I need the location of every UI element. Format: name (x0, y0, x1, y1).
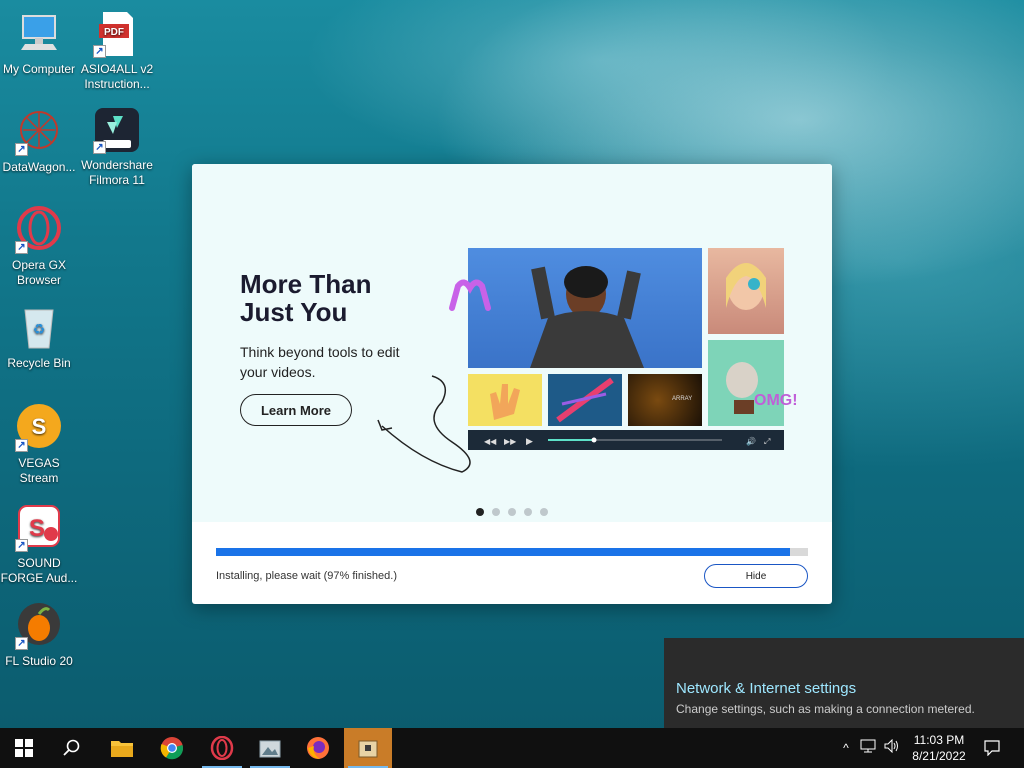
svg-text:▶: ▶ (526, 437, 533, 447)
desktop-icon-vegas-stream[interactable]: S ↗ VEGAS Stream (0, 404, 78, 486)
taskbar: ^ 11:03 PM 8/21/2022 (0, 728, 1024, 768)
windows-logo-icon (15, 739, 33, 757)
desktop-icon-label: Recycle Bin (7, 356, 71, 370)
hide-button[interactable]: Hide (704, 564, 808, 588)
learn-more-button[interactable]: Learn More (240, 394, 352, 426)
svg-text:🔊: 🔊 (746, 436, 756, 446)
taskbar-opera-gx[interactable] (198, 728, 246, 768)
desktop-icon-asio4all[interactable]: PDF ↗ ASIO4ALL v2 Instruction... (78, 10, 156, 92)
clock-time: 11:03 PM (913, 733, 965, 747)
desktop-icon-label: DataWagon... (2, 160, 76, 174)
heart-hands-sticker-icon (449, 279, 491, 311)
folder-icon (111, 741, 133, 757)
firefox-icon (307, 737, 329, 759)
desktop-icon-datawagon[interactable]: ↗ DataWagon... (0, 108, 78, 175)
desktop-icon-opera-gx[interactable]: ↗ Opera GX Browser (0, 206, 78, 288)
image-viewer-icon (259, 740, 281, 758)
desktop-icon-my-computer[interactable]: My Computer (0, 10, 78, 77)
taskbar-file-explorer[interactable] (98, 728, 146, 768)
taskbar-firefox[interactable] (294, 728, 342, 768)
slide-title: More Than Just You (240, 269, 372, 327)
shortcut-arrow-icon: ↗ (93, 45, 106, 58)
svg-text:⤢: ⤢ (763, 437, 770, 446)
shortcut-arrow-icon: ↗ (15, 539, 28, 552)
shortcut-arrow-icon: ↗ (15, 143, 28, 156)
desktop-icon-filmora[interactable]: ↗ Wondershare Filmora 11 (78, 106, 156, 188)
desktop-icon-label: VEGAS Stream (18, 456, 60, 485)
svg-text:S: S (29, 515, 45, 542)
show-hidden-icons-chevron-icon[interactable]: ^ (836, 741, 856, 755)
promo-slide: More Than Just You Think beyond tools to… (192, 164, 832, 522)
sound-forge-icon: S ↗ (15, 504, 63, 552)
desktop-icon-label: My Computer (2, 62, 76, 76)
chrome-icon (160, 737, 184, 760)
installer-window: More Than Just You Think beyond tools to… (192, 164, 832, 604)
search-icon (63, 739, 80, 756)
recycle-bin-icon: ♻ (15, 304, 63, 352)
player-controls: ◀◀ ▶▶ ▶ 🔊 ⤢ (468, 430, 784, 450)
install-status-text: Installing, please wait (97% finished.) (216, 570, 397, 582)
slide-pagination (476, 508, 548, 516)
notification-icon (984, 740, 1000, 756)
action-center-button[interactable] (968, 728, 1016, 768)
canoe-thumbnail (548, 374, 622, 426)
face-filter-thumbnail (708, 248, 784, 334)
install-progress-bar (216, 548, 808, 556)
desktop-icon-sound-forge[interactable]: S ↗ SOUND FORGE Aud... (0, 504, 78, 586)
svg-text:PDF: PDF (104, 27, 124, 38)
array-thumbnail: ARRAY (628, 374, 702, 426)
shortcut-arrow-icon: ↗ (15, 637, 28, 650)
desktop-icon-label: Wondershare Filmora 11 (81, 158, 153, 187)
network-settings-description: Change settings, such as making a connec… (676, 702, 975, 716)
desktop-icon-label: ASIO4ALL v2 Instruction... (80, 62, 154, 91)
network-flyout: Network & Internet settings Change setti… (664, 638, 1024, 728)
filmora-logo-icon: ↗ (93, 106, 141, 154)
slide-dot-1[interactable] (476, 508, 484, 516)
svg-text:S: S (32, 414, 47, 439)
search-button[interactable] (48, 728, 96, 768)
desktop-icon-fl-studio[interactable]: ↗ FL Studio 20 (0, 602, 78, 669)
network-icon[interactable] (856, 739, 880, 758)
slide-dot-5[interactable] (540, 508, 548, 516)
slide-dot-2[interactable] (492, 508, 500, 516)
slide-dot-3[interactable] (508, 508, 516, 516)
thumbnail-text: ARRAY (672, 396, 693, 402)
taskbar-installer[interactable] (344, 728, 392, 768)
taskbar-clock[interactable]: 11:03 PM 8/21/2022 (900, 732, 978, 764)
hand-thumbnail (468, 374, 542, 426)
install-progress-fill (216, 548, 791, 556)
shortcut-arrow-icon: ↗ (93, 141, 106, 154)
opera-gx-icon: ↗ (15, 206, 63, 254)
main-video-thumbnail (468, 248, 702, 368)
shortcut-arrow-icon: ↗ (15, 241, 28, 254)
svg-text:◀◀: ◀◀ (484, 437, 497, 446)
start-button[interactable] (0, 728, 48, 768)
pdf-file-icon: PDF ↗ (93, 10, 141, 58)
clock-date: 8/21/2022 (912, 749, 966, 763)
shortcut-arrow-icon: ↗ (15, 439, 28, 452)
cat-thumbnail: OMG! (708, 340, 798, 426)
desktop-icon-recycle-bin[interactable]: ♻ Recycle Bin (0, 304, 78, 371)
opera-gx-icon (210, 736, 234, 760)
slide-dot-4[interactable] (524, 508, 532, 516)
vegas-stream-icon: S ↗ (15, 404, 63, 452)
desktop-icon-label: SOUND FORGE Aud... (0, 556, 78, 585)
system-tray: ^ (836, 728, 904, 768)
installer-package-icon (358, 740, 378, 758)
datawagon-logo-icon: ↗ (15, 108, 63, 156)
taskbar-image-app[interactable] (246, 728, 294, 768)
sticker-text: OMG! (754, 392, 798, 409)
svg-text:▶▶: ▶▶ (504, 437, 517, 446)
computer-icon (15, 10, 63, 58)
video-collage: OMG! ARRAY ◀◀ ▶▶ ▶ 🔊 ⤢ (468, 248, 798, 452)
network-settings-link[interactable]: Network & Internet settings (676, 680, 856, 697)
desktop-icon-label: FL Studio 20 (5, 654, 73, 668)
desktop-icon-label: Opera GX Browser (11, 258, 67, 287)
taskbar-chrome[interactable] (148, 728, 196, 768)
svg-text:♻: ♻ (33, 322, 46, 338)
fl-studio-icon: ↗ (15, 602, 63, 650)
